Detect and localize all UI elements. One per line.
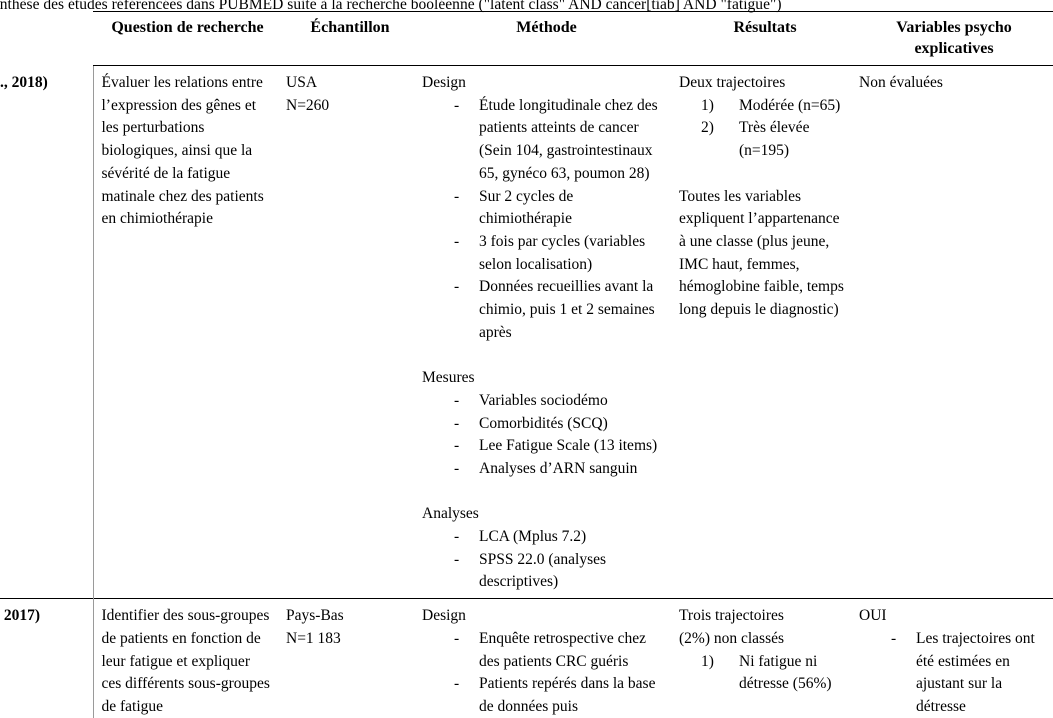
- list-item: Modérée (n=65): [701, 95, 841, 117]
- methode-analyses-list: LCA (Mplus 7.2) SPSS 22.0 (analyses desc…: [422, 526, 667, 594]
- table-row: al., 2018) Évaluer les relations entre l…: [0, 65, 1053, 599]
- echantillon-n: N=1 183: [286, 629, 341, 647]
- methode-design-label: Design: [422, 74, 466, 91]
- list-item: Enquête retrospective chez des patients …: [422, 628, 667, 673]
- methode-mesures-block: Mesures Variables sociodémo Comorbidités…: [422, 367, 667, 481]
- variables-heading: OUI: [859, 607, 887, 625]
- column-header-methode: Méthode: [418, 11, 675, 66]
- cell-resultats: Deux trajectoires Modérée (n=65) Très él…: [675, 66, 855, 599]
- list-item: Étude longitudinale chez des patients at…: [422, 95, 667, 186]
- resultats-list: Ni fatigue ni détresse (56%): [679, 651, 845, 696]
- cell-echantillon: USA N=260: [282, 66, 418, 599]
- cell-methode: Design Enquête retrospective chez des pa…: [418, 598, 675, 718]
- document-page: ynthèse des études référencées dans PUBM…: [0, 0, 1053, 718]
- cell-echantillon: Pays-Bas N=1 183: [282, 598, 418, 718]
- table-row: l., 2017) Identifier des sous-groupes de…: [0, 598, 1053, 718]
- reference-text: l., 2017): [0, 607, 41, 625]
- list-item: Les trajectoires ont été estimées en aju…: [859, 628, 1047, 718]
- resultats-subheading: (2%) non classés: [679, 629, 785, 647]
- column-header-question: Question de recherche: [93, 11, 282, 66]
- cell-reference: l., 2017): [0, 598, 94, 718]
- list-item: Données recueillies avant la chimio, pui…: [422, 276, 667, 344]
- methode-design-label: Design: [422, 607, 466, 625]
- column-header-reference: [0, 12, 93, 66]
- methode-mesures-list: Variables sociodémo Comorbidités (SCQ) L…: [422, 390, 667, 481]
- list-item: Ni fatigue ni détresse (56%): [701, 651, 832, 693]
- reference-text: al., 2018): [0, 73, 48, 91]
- cell-reference: al., 2018): [0, 65, 94, 599]
- table-header-row: Question de recherche Échantillon Méthod…: [0, 11, 1053, 66]
- list-item: 3 fois par cycles (variables selon local…: [422, 231, 667, 276]
- echantillon-n: N=260: [286, 96, 330, 114]
- column-header-variables: Variables psycho explicatives: [855, 11, 1053, 66]
- methode-mesures-label: Mesures: [422, 369, 475, 387]
- column-header-resultats: Résultats: [675, 11, 855, 66]
- methode-analyses-label: Analyses: [422, 505, 479, 523]
- methode-analyses-block: Analyses LCA (Mplus 7.2) SPSS 22.0 (anal…: [422, 503, 667, 594]
- column-header-echantillon: Échantillon: [282, 11, 418, 66]
- list-item: SPSS 22.0 (analyses descriptives): [422, 549, 667, 594]
- cell-resultats: Trois trajectoires (2%) non classés Ni f…: [675, 598, 855, 718]
- list-item: Lee Fatigue Scale (13 items): [422, 435, 667, 458]
- resultats-heading: Deux trajectoires: [679, 74, 786, 91]
- resultats-paragraph: Toutes les variables expliquent l’appart…: [679, 187, 844, 319]
- echantillon-pays: USA: [286, 74, 318, 91]
- cell-question: Évaluer les relations entre l’expression…: [101, 74, 264, 228]
- list-item: Variables sociodémo: [422, 390, 667, 413]
- cell-variables: OUI Les trajectoires ont été estimées en…: [855, 598, 1053, 718]
- resultats-list: Modérée (n=65) Très élevée (n=195): [679, 95, 845, 163]
- list-item: Très élevée (n=195): [701, 117, 810, 160]
- list-item: Analyses d’ARN sanguin: [422, 458, 667, 481]
- methode-design-block: Design Étude longitudinale chez des pati…: [422, 72, 667, 344]
- methode-design-list: Étude longitudinale chez des patients at…: [422, 95, 667, 345]
- list-item: LCA (Mplus 7.2): [422, 526, 667, 549]
- cell-variables: Non évaluées: [855, 66, 1053, 599]
- resultats-heading: Trois trajectoires: [679, 607, 784, 625]
- cell-methode: Design Étude longitudinale chez des pati…: [418, 66, 675, 599]
- methode-design-block: Design Enquête retrospective chez des pa…: [422, 605, 667, 718]
- list-item: Sur 2 cycles de chimiothérapie: [422, 186, 667, 231]
- echantillon-pays: Pays-Bas: [286, 607, 344, 625]
- list-item: Patients repérés dans la base de données…: [422, 673, 667, 718]
- list-item: Comorbidités (SCQ): [422, 413, 667, 436]
- variables-list: Les trajectoires ont été estimées en aju…: [859, 628, 1047, 718]
- variables-heading: Non évaluées: [859, 74, 943, 91]
- methode-design-list: Enquête retrospective chez des patients …: [422, 628, 667, 718]
- studies-synthesis-table: Question de recherche Échantillon Méthod…: [0, 11, 1053, 718]
- cell-question: Identifier des sous-groupes de patients …: [93, 598, 282, 718]
